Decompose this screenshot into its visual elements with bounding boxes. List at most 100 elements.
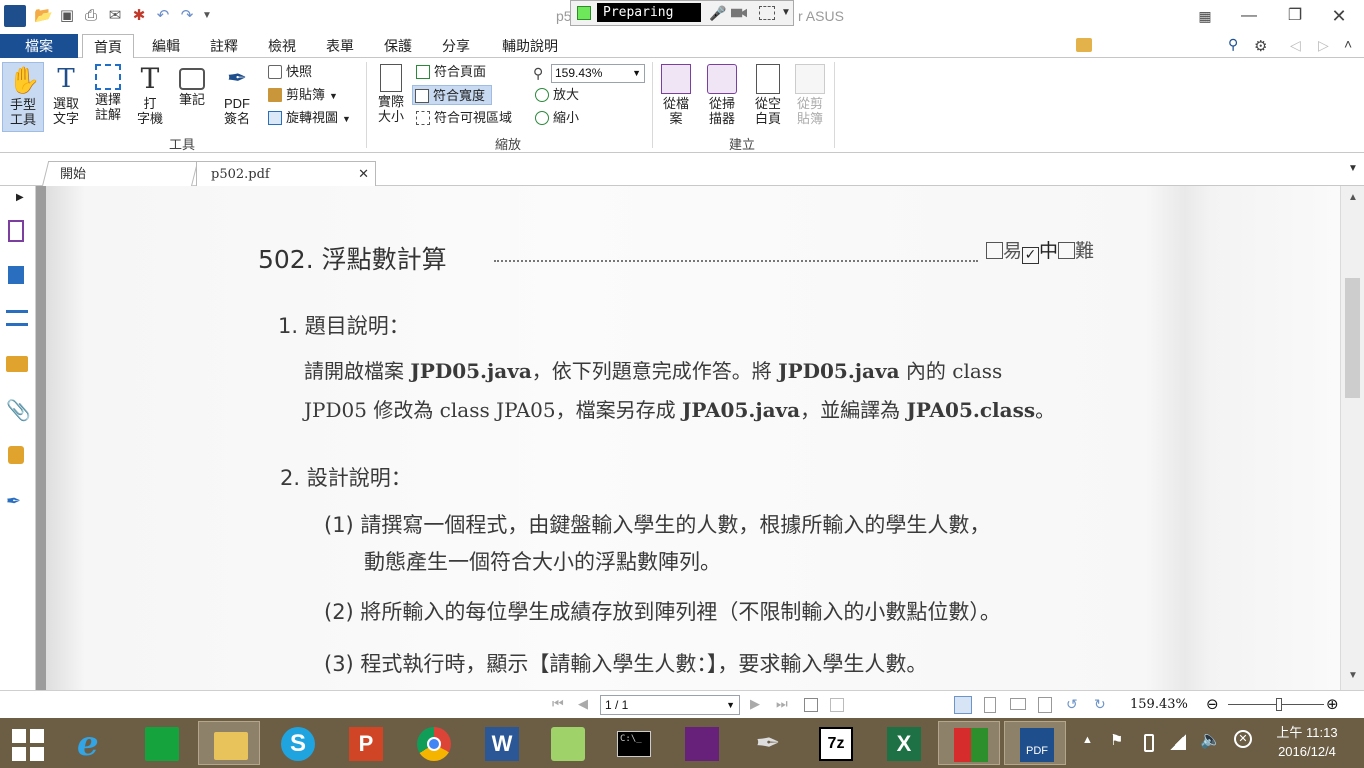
next-page-icon[interactable]: ▶ [750, 696, 760, 712]
tab-view[interactable]: 檢視 [258, 34, 306, 58]
nav-back-icon[interactable]: ◁ [1290, 37, 1301, 54]
snapshot-button[interactable]: 快照 [266, 62, 312, 82]
taskbar-powerpoint[interactable]: P [334, 721, 396, 765]
minimize-icon[interactable]: — [1236, 6, 1262, 26]
ribbon-display-icon[interactable]: ▦ [1192, 6, 1218, 26]
taskbar-quill[interactable]: ✒ [736, 721, 798, 765]
scroll-down-icon[interactable]: ▼ [1348, 670, 1358, 681]
pages-icon[interactable] [8, 266, 24, 284]
clipboard-button[interactable]: 剪貼簿 ▼ [266, 85, 338, 105]
new-icon[interactable]: ✱ [130, 7, 148, 25]
bookmarks-icon[interactable] [8, 220, 24, 242]
select-text-button[interactable]: T 選取 文字 [46, 62, 86, 132]
typewriter-button[interactable]: T 打 字機 [130, 62, 170, 132]
last-page-icon[interactable]: ⏭ [776, 696, 788, 712]
continuous-view-icon[interactable] [984, 697, 996, 713]
close-tab-icon[interactable]: ✕ [358, 162, 369, 186]
customize-chevron-icon[interactable]: ▼ [198, 7, 216, 25]
camera-off-icon[interactable] [731, 8, 747, 18]
page-dropdown-chevron-icon[interactable]: ▼ [726, 696, 735, 714]
comments-icon[interactable] [6, 356, 28, 372]
fit-width-button[interactable]: 符合寬度 [412, 85, 493, 105]
region-select-icon[interactable] [759, 6, 775, 20]
tab-share[interactable]: 分享 [432, 34, 480, 58]
next-view-icon[interactable] [830, 698, 844, 712]
rotate-left-icon[interactable]: ↺ [1066, 696, 1078, 713]
zoom-slider-thumb[interactable] [1276, 698, 1282, 711]
tab-p502-pdf[interactable]: p502.pdf ✕ [196, 161, 376, 186]
zoom-out-button[interactable]: 縮小 [533, 108, 579, 128]
taskbar-file-explorer[interactable] [198, 721, 260, 765]
tabs-menu-chevron-icon[interactable]: ▼ [1348, 163, 1358, 174]
tab-comment[interactable]: 註釋 [200, 34, 248, 58]
taskbar-store[interactable] [130, 721, 192, 765]
from-scanner-button[interactable]: 從掃 描器 [700, 62, 744, 132]
tray-overflow-icon[interactable]: ▲ [1082, 734, 1093, 746]
signatures-icon[interactable]: ✒ [6, 490, 28, 512]
pdf-sign-button[interactable]: ✒ PDF 簽名 [214, 62, 260, 132]
attachments-icon[interactable]: 📎 [6, 400, 31, 422]
network-signal-icon[interactable] [1170, 734, 1186, 750]
undo-icon[interactable]: ↶ [154, 7, 172, 25]
fit-visible-button[interactable]: 符合可視區域 [414, 108, 512, 128]
tab-form[interactable]: 表單 [316, 34, 364, 58]
tab-help[interactable]: 輔助說明 [490, 34, 570, 58]
status-zoom-out-icon[interactable]: ⊖ [1206, 695, 1219, 713]
save-icon[interactable]: ▣ [58, 7, 76, 25]
close-icon[interactable]: ✕ [1326, 6, 1352, 26]
taskbar-word[interactable]: W [470, 721, 532, 765]
microphone-icon[interactable]: 🎤 [709, 5, 726, 21]
expand-ribbon-icon[interactable]: ˄ [1344, 36, 1352, 52]
taskbar-pdf-reader[interactable]: PDF [1004, 721, 1066, 765]
scrollbar-thumb[interactable] [1345, 278, 1360, 398]
taskbar-excel[interactable]: X [872, 721, 934, 765]
record-indicator-icon[interactable] [577, 6, 591, 20]
taskbar-ie[interactable]: e [62, 721, 124, 765]
actual-size-button[interactable]: 實際 大小 [372, 62, 410, 132]
fit-page-button[interactable]: 符合頁面 [414, 62, 486, 82]
tab-file[interactable]: 檔案 [0, 34, 78, 58]
restore-icon[interactable]: ❐ [1282, 6, 1308, 26]
first-page-icon[interactable]: ⏮ [552, 696, 564, 712]
expand-panel-icon[interactable]: ▶ [16, 192, 24, 203]
nav-forward-icon[interactable]: ▷ [1318, 37, 1329, 54]
page-number-input[interactable]: 1 / 1 ▼ [600, 695, 740, 715]
tab-home[interactable]: 首頁 [82, 34, 134, 59]
search-folder-icon[interactable] [1076, 38, 1092, 52]
zoom-dropdown-chevron-icon[interactable]: ▼ [632, 65, 641, 82]
rotate-right-icon[interactable]: ↻ [1094, 696, 1106, 713]
previous-view-icon[interactable] [804, 698, 818, 712]
from-blank-button[interactable]: 從空 白頁 [748, 62, 788, 132]
ime-status-icon[interactable]: ✕ [1234, 730, 1252, 748]
system-clock[interactable]: 上午 11:13 2016/12/4 [1262, 723, 1352, 761]
open-icon[interactable]: 📂 [34, 7, 53, 25]
start-button[interactable] [0, 721, 62, 765]
tab-start[interactable]: 開始 [42, 161, 199, 186]
facing-view-icon[interactable] [1010, 698, 1026, 710]
security-lock-icon[interactable] [8, 446, 24, 464]
from-clipboard-button[interactable]: 從剪 貼簿 [790, 62, 830, 132]
taskbar-notepad-plus[interactable] [536, 721, 598, 765]
status-zoom-in-icon[interactable]: ⊕ [1326, 695, 1339, 713]
recorder-menu-chevron-icon[interactable]: ▼ [781, 7, 791, 18]
print-icon[interactable]: ⎙ [82, 7, 100, 25]
single-page-view-icon[interactable] [954, 696, 972, 714]
rotate-view-button[interactable]: 旋轉視圖 ▼ [266, 108, 351, 128]
hand-tool-button[interactable]: ✋ 手型 工具 [2, 62, 44, 132]
action-center-flag-icon[interactable]: ⚑ [1110, 731, 1123, 749]
battery-icon[interactable] [1144, 734, 1154, 752]
app-logo-icon[interactable] [4, 5, 26, 27]
email-icon[interactable]: ✉ [106, 7, 124, 25]
tab-edit[interactable]: 編輯 [142, 34, 190, 58]
layers-icon[interactable] [6, 310, 28, 326]
taskbar-cmd[interactable]: C:\_ [602, 721, 664, 765]
taskbar-visual-studio[interactable] [670, 721, 732, 765]
from-file-button[interactable]: 從檔 案 [656, 62, 696, 132]
previous-page-icon[interactable]: ◀ [578, 696, 588, 712]
redo-icon[interactable]: ↷ [178, 7, 196, 25]
taskbar-chrome[interactable] [402, 721, 464, 765]
taskbar-7zip[interactable]: 7z [804, 721, 866, 765]
search-icon[interactable]: ⚲ [1228, 36, 1238, 53]
settings-gear-icon[interactable]: ⚙ [1254, 37, 1267, 55]
note-button[interactable]: 筆記 [172, 62, 212, 132]
